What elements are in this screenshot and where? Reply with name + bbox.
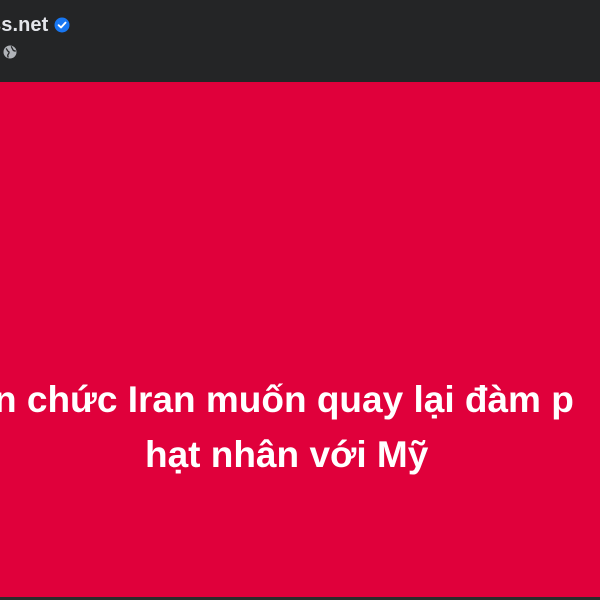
post-header: ss.net — [0, 0, 600, 80]
headline-line-1: n chức Iran muốn quay lại đàm p — [0, 379, 574, 420]
globe-icon[interactable] — [3, 45, 17, 59]
facebook-post: ss.net n chức Iran muốn quay lại đàm p h… — [0, 0, 600, 600]
page-name-row: ss.net — [0, 12, 70, 38]
verified-badge-icon — [54, 17, 70, 33]
post-meta — [3, 44, 17, 60]
post-image[interactable]: n chức Iran muốn quay lại đàm p hạt nhân… — [0, 82, 600, 600]
page-name-link[interactable]: ss.net — [0, 14, 48, 37]
headline-line-2: hạt nhân với Mỹ — [145, 434, 429, 475]
